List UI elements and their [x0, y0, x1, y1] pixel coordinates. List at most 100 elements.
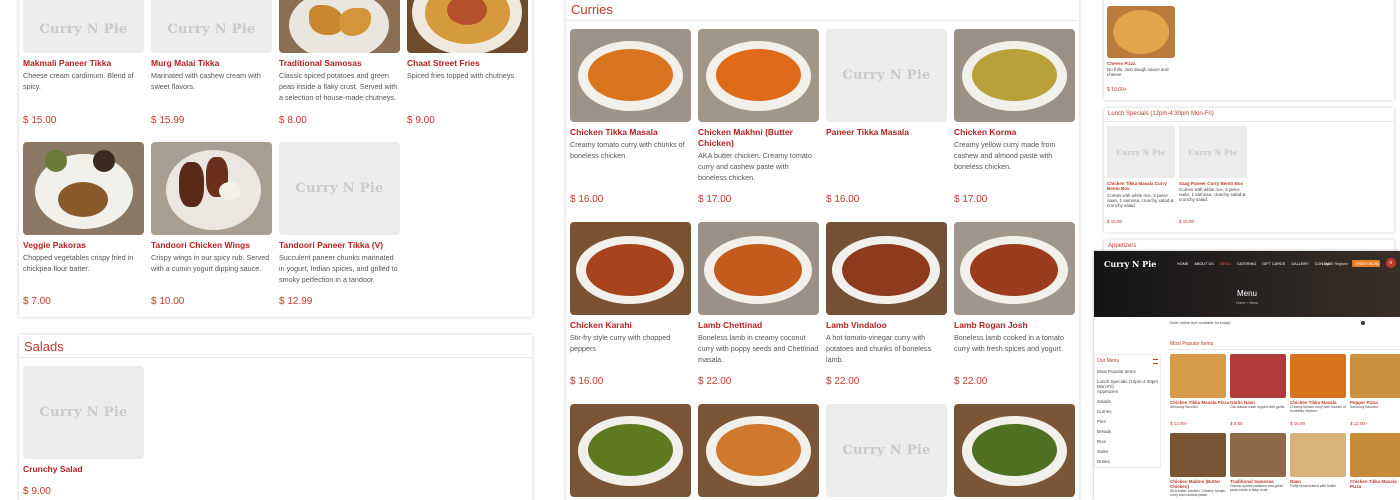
popular-item-image[interactable]: [1290, 433, 1346, 477]
menu-item-card[interactable]: Tandoori Chicken Wings Crispy wings in o…: [151, 142, 272, 312]
popular-item-price: $ 3.50: [1230, 421, 1243, 426]
sidebar-item[interactable]: Curries: [1097, 409, 1112, 414]
item-price: $ 15.00: [1107, 219, 1123, 224]
placeholder-logo: Curry N Pie: [167, 21, 256, 37]
menu-item-card[interactable]: Lamb Vindaloo A hot tomato-vinegar curry…: [826, 222, 947, 392]
item-image-placeholder: Curry N Pie: [23, 0, 144, 53]
popular-item-desc: Our classic naan topped with garlic.: [1230, 405, 1286, 409]
placeholder-logo: Curry N Pie: [295, 181, 384, 196]
menu-item-card[interactable]: Curry N Pie Tandoori Paneer Tikka (V) Su…: [279, 142, 400, 312]
popular-item-name: Chicken Makhni (Butter Chicken): [1170, 479, 1221, 489]
list-icon[interactable]: [1153, 359, 1158, 364]
login-link[interactable]: Login / Register: [1322, 262, 1349, 266]
nav-gift-cards[interactable]: GIFT CARDS: [1262, 262, 1285, 266]
order-online-button[interactable]: ORDER ONLINE: [1352, 260, 1380, 267]
nav-home[interactable]: HOME: [1177, 262, 1188, 266]
item-name: Saag Paneer Curry Bento Box: [1179, 181, 1244, 186]
item-price: $ 22.00: [954, 376, 988, 387]
menu-item-card[interactable]: Chicken Karahi Stir-fry style curry with…: [570, 222, 691, 392]
placeholder-logo: Curry N Pie: [39, 405, 128, 420]
menu-item-card[interactable]: [954, 404, 1075, 497]
menu-item-card[interactable]: Lamb Chettinad Boneless lamb in creamy c…: [698, 222, 819, 392]
item-name: Paneer Tikka Masala: [826, 127, 910, 137]
notice-close-icon[interactable]: [1361, 321, 1365, 325]
popular-item-image[interactable]: [1350, 354, 1400, 398]
popular-item-desc: AKA butter chicken. Creamy tomato curry …: [1170, 489, 1226, 497]
pakora-image: [23, 142, 144, 235]
item-description: Boneless lamb in creamy coconut curry wi…: [698, 333, 819, 364]
item-description: Spiced fries topped with chutneys: [407, 71, 515, 80]
menu-item-card[interactable]: Curry N Pie Paneer Tikka Masala $ 16.00: [826, 29, 947, 207]
item-image-placeholder: Curry N Pie: [1179, 126, 1247, 178]
menu-item-card[interactable]: Curry N Pie Makmali Paneer Tikka Cheese …: [23, 0, 144, 130]
menu-item-card[interactable]: Curry N Pie: [826, 404, 947, 497]
curry-image: [698, 222, 819, 315]
nav-gallery[interactable]: GALLERY: [1291, 262, 1308, 266]
menu-item-card[interactable]: Veggie Pakoras Chopped vegetables crispy…: [23, 142, 144, 312]
site-logo[interactable]: Curry N Pie: [1104, 259, 1156, 269]
item-description: Boneless lamb cooked in a tomato curry w…: [954, 333, 1064, 353]
menu-item-card[interactable]: [570, 404, 691, 497]
item-price: $ 9.00: [407, 115, 435, 126]
menu-item-card[interactable]: Curry N Pie Crunchy Salad $ 9.00: [23, 366, 144, 500]
menu-item-card[interactable]: Chicken Tikka Masala Creamy tomato curry…: [570, 29, 691, 207]
menu-item-card[interactable]: Chicken Makhni (Butter Chicken) AKA butt…: [698, 29, 819, 207]
item-name: Chicken Tikka Masala: [570, 127, 658, 137]
menu-item-card[interactable]: Chaat Street Fries Spiced fries topped w…: [407, 0, 528, 130]
popular-item-image[interactable]: [1170, 433, 1226, 477]
sidebar-item[interactable]: Most Popular Items: [1097, 369, 1136, 374]
menu-item-card[interactable]: [698, 404, 819, 497]
placeholder-logo: Curry N Pie: [1116, 147, 1166, 157]
item-description: Creamy yellow curry made from cashew and…: [954, 140, 1056, 171]
menu-item-card[interactable]: Traditional Samosas Classic spiced potat…: [279, 0, 400, 130]
popular-item-image[interactable]: [1290, 354, 1346, 398]
nav-about[interactable]: ABOUT US: [1194, 262, 1213, 266]
item-description: Comes with white rice, 2 piece naan, 1 s…: [1107, 193, 1174, 208]
item-image-placeholder: Curry N Pie: [826, 404, 947, 497]
item-price: $ 7.00: [23, 296, 51, 307]
item-name: Chicken Makhni (Butter Chicken): [698, 127, 793, 148]
menu-item-card[interactable]: Lamb Rogan Josh Boneless lamb cooked in …: [954, 222, 1075, 392]
popular-item-image[interactable]: [1230, 354, 1286, 398]
fries-image: [407, 0, 528, 53]
sidebar-item[interactable]: Lunch Specials (12pm-4:30pm Mon-Fri): [1097, 379, 1160, 389]
cart-icon[interactable]: 0: [1386, 258, 1396, 268]
item-price: $ 15.99: [151, 115, 185, 126]
sidebar-item[interactable]: Drinks: [1097, 459, 1110, 464]
nav-catering[interactable]: CATERING: [1237, 262, 1256, 266]
item-name: Murg Malai Tikka: [151, 58, 220, 68]
sidebar-item[interactable]: Appetizers: [1097, 389, 1118, 394]
item-description: Cheese cream cardimum. Blend of spicy.: [23, 71, 134, 91]
nav-menu[interactable]: MENU: [1220, 262, 1231, 266]
popular-item-price: $ 12.00+: [1350, 421, 1368, 426]
breadcrumb: Home > Menu: [1235, 301, 1259, 305]
placeholder-logo: Curry N Pie: [842, 443, 931, 458]
menu-item-card[interactable]: Chicken Korma Creamy yellow curry made f…: [954, 29, 1075, 207]
sidebar-item[interactable]: Pies: [1097, 419, 1106, 424]
hero-title: Menu: [1236, 289, 1257, 298]
placeholder-logo: Curry N Pie: [39, 21, 128, 37]
popular-item-image[interactable]: [1350, 433, 1400, 477]
pizza-price: $ 10.00+: [1107, 87, 1127, 93]
popular-item-image[interactable]: [1170, 354, 1226, 398]
popular-item-desc: Fluffy bread baked with butter.: [1290, 484, 1337, 488]
sidebar-item[interactable]: Sides: [1097, 449, 1108, 454]
curry-image: [954, 404, 1075, 497]
sidebar-item[interactable]: Breads: [1097, 429, 1111, 434]
popular-item-desc: Creamy tomato curry with chunks of bonel…: [1290, 405, 1346, 413]
notice-text: Order online isn't available for today!: [1169, 321, 1231, 325]
sidebar-item[interactable]: Salads: [1097, 399, 1111, 404]
popular-item-desc: Seriously flavorful.: [1350, 405, 1379, 409]
sidebar-title: Our Menu: [1097, 358, 1120, 364]
item-image-placeholder: Curry N Pie: [826, 29, 947, 122]
popular-item-image[interactable]: [1230, 433, 1286, 477]
sidebar-item[interactable]: Rice: [1097, 439, 1106, 444]
pizza-desc: No frills. Just dough sauce and cheese: [1107, 67, 1169, 77]
section-divider: [1168, 349, 1400, 350]
item-price: $ 12.99: [279, 296, 313, 307]
lunch-specials-title: Lunch Specials (12pm-4:30pm Mon-Fri): [1108, 111, 1214, 117]
pizza-image: [1107, 6, 1175, 58]
menu-item-card[interactable]: Curry N Pie Murg Malai Tikka Marinated w…: [151, 0, 272, 130]
item-name: Chicken Tikka Masala Curry Bento Box: [1107, 181, 1167, 191]
section-divider: [566, 20, 1079, 21]
